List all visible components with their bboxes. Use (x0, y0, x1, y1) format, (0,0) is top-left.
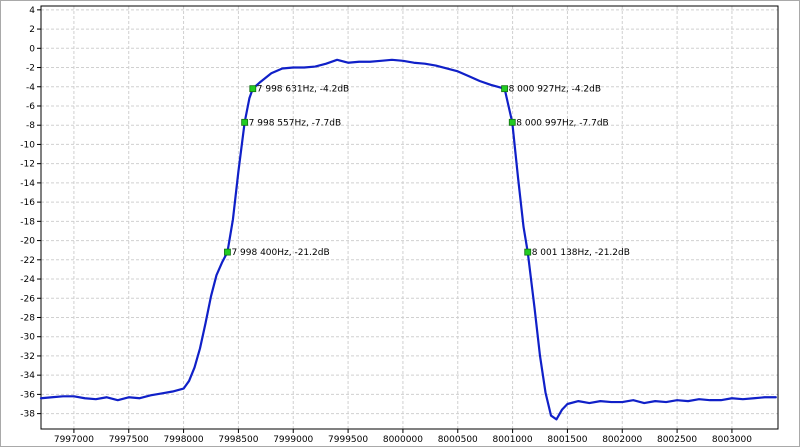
x-tick-label: 7997000 (54, 435, 94, 445)
y-tick-label: -10 (20, 140, 35, 150)
annotation-label: 8 000 997Hz, -7.7dB (516, 118, 608, 128)
y-tick-label: -30 (20, 333, 35, 343)
annotation-markers (224, 85, 532, 256)
annotation-label: 8 001 138Hz, -21.2dB (532, 248, 630, 258)
series-layer (39, 58, 777, 421)
x-tick-labels: 7997000 7997500 7998000 7998500 7999000 79995… (54, 435, 752, 445)
annotation-marker (241, 118, 249, 126)
grid-layer (41, 6, 778, 429)
y-tick-label: -26 (20, 294, 35, 304)
y-tick-label: -4 (26, 83, 35, 93)
y-tick-label: -8 (26, 121, 35, 131)
plot-area-border (40, 5, 779, 430)
annotation-labels: 7 998 631Hz, -4.2dB 7 998 557Hz, -7.7dB 7 … (231, 85, 629, 258)
annotation-marker (508, 118, 516, 126)
x-tick-label: 8002500 (657, 435, 697, 445)
annotation-label: 7 998 557Hz, -7.7dB (249, 118, 341, 128)
y-tick-label: -12 (20, 160, 35, 170)
y-tick-label: -38 (20, 410, 35, 420)
annotation-label: 7 998 400Hz, -21.2dB (231, 248, 329, 258)
annotation-marker (524, 248, 532, 256)
x-tick-label: 8000000 (383, 435, 423, 445)
axis-layer (37, 5, 779, 433)
y-tick-label: -20 (20, 237, 35, 247)
series-line-0 (39, 58, 777, 421)
y-tick-label: 4 (29, 6, 35, 16)
x-tick-label: 8000500 (438, 435, 478, 445)
annotation-marker (249, 85, 257, 93)
annotation-label: 7 998 631Hz, -4.2dB (257, 85, 349, 95)
y-tick-label: -2 (26, 64, 35, 74)
y-tick-label: -18 (20, 217, 35, 227)
y-tick-label: -6 (26, 102, 35, 112)
x-tick-label: 8002000 (602, 435, 642, 445)
y-tick-label: -28 (20, 313, 35, 323)
y-tick-label: -34 (20, 371, 35, 381)
y-tick-label: 0 (29, 44, 35, 54)
chart-frame: 4 2 0 -2 -4 -6 -8 -10 -12 -14 -16 -18 -20 -22 -24 -26 -2… (0, 0, 800, 447)
x-tick-label: 7998000 (164, 435, 204, 445)
x-tick-label: 8001500 (547, 435, 587, 445)
annotation-marker (501, 85, 508, 93)
x-tick-label: 8001000 (493, 435, 533, 445)
y-tick-label: -36 (20, 390, 35, 400)
y-tick-label: -22 (20, 256, 35, 266)
y-tick-label: -16 (20, 198, 35, 208)
y-tick-label: -14 (20, 179, 35, 189)
frequency-response-chart: 4 2 0 -2 -4 -6 -8 -10 -12 -14 -16 -18 -20 -22 -24 -26 -2… (20, 5, 779, 445)
annotation-marker (224, 248, 231, 256)
x-tick-label: 7999000 (273, 435, 313, 445)
annotation-label: 8 000 927Hz, -4.2dB (509, 85, 601, 95)
y-tick-label: -24 (20, 275, 35, 285)
y-tick-label: -32 (20, 352, 35, 362)
x-tick-label: 7998500 (218, 435, 258, 445)
y-tick-label: 2 (29, 25, 35, 35)
x-tick-label: 8003000 (712, 435, 752, 445)
x-tick-label: 7999500 (328, 435, 368, 445)
y-tick-labels: 4 2 0 -2 -4 -6 -8 -10 -12 -14 -16 -18 -20 -22 -24 -26 -2… (20, 6, 35, 420)
x-tick-label: 7997500 (109, 435, 149, 445)
